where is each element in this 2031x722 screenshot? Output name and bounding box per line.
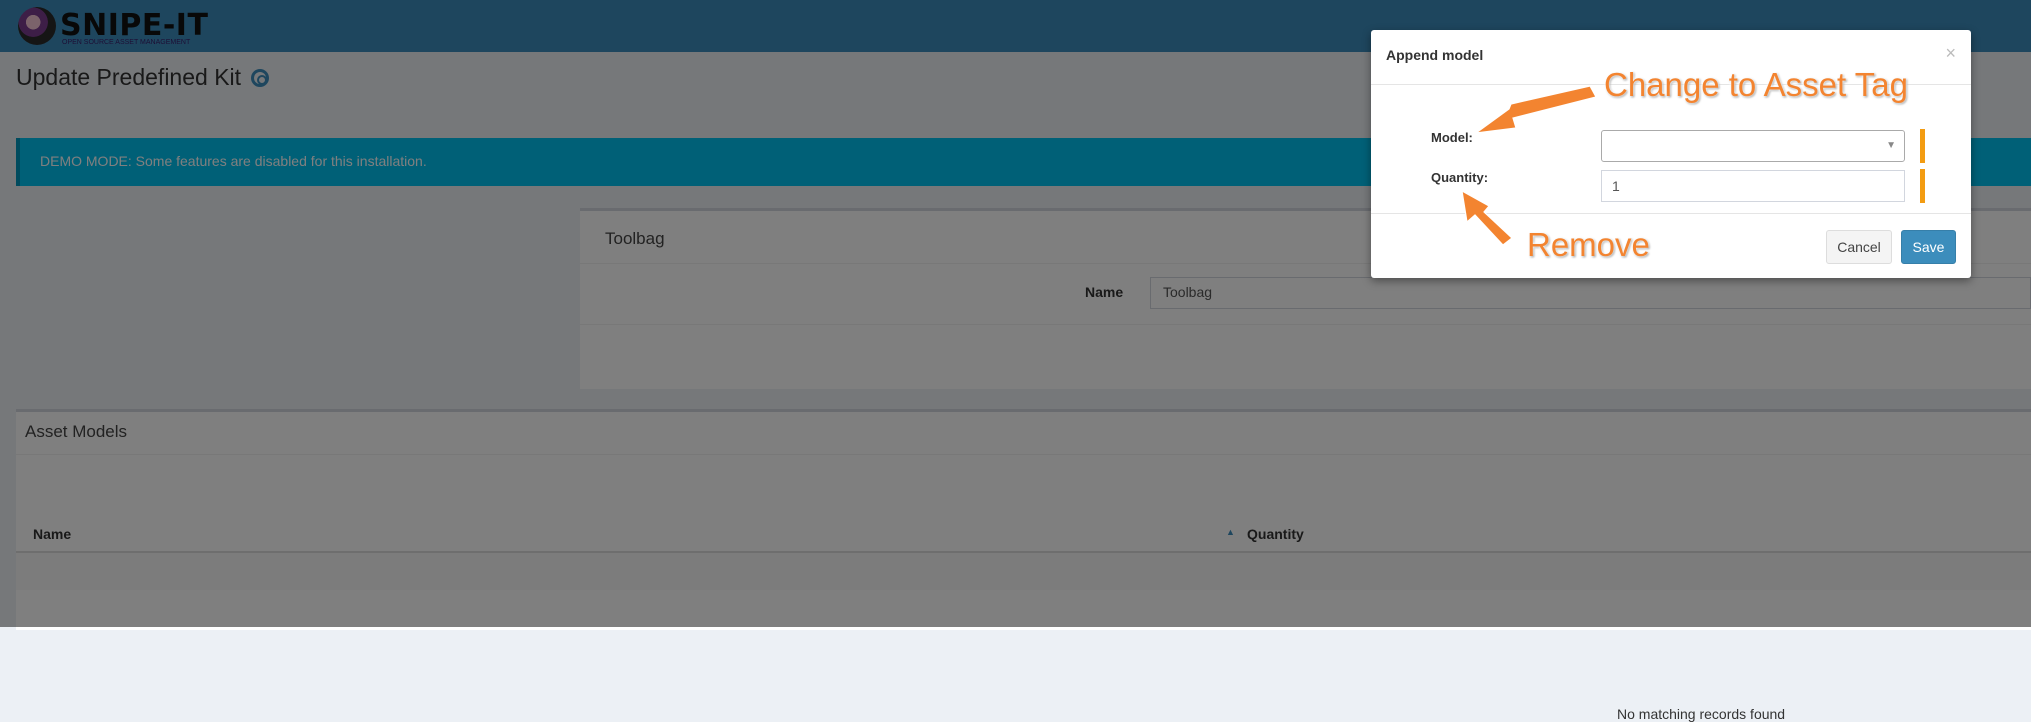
annotation-remove: Remove xyxy=(1527,226,1650,263)
no-records-message: No matching records found xyxy=(1617,706,1786,722)
arrow-to-model-icon xyxy=(1475,85,1597,134)
arrow-to-quantity-icon xyxy=(1461,189,1513,246)
annotation-change-to-asset-tag: Change to Asset Tag xyxy=(1604,66,1908,103)
